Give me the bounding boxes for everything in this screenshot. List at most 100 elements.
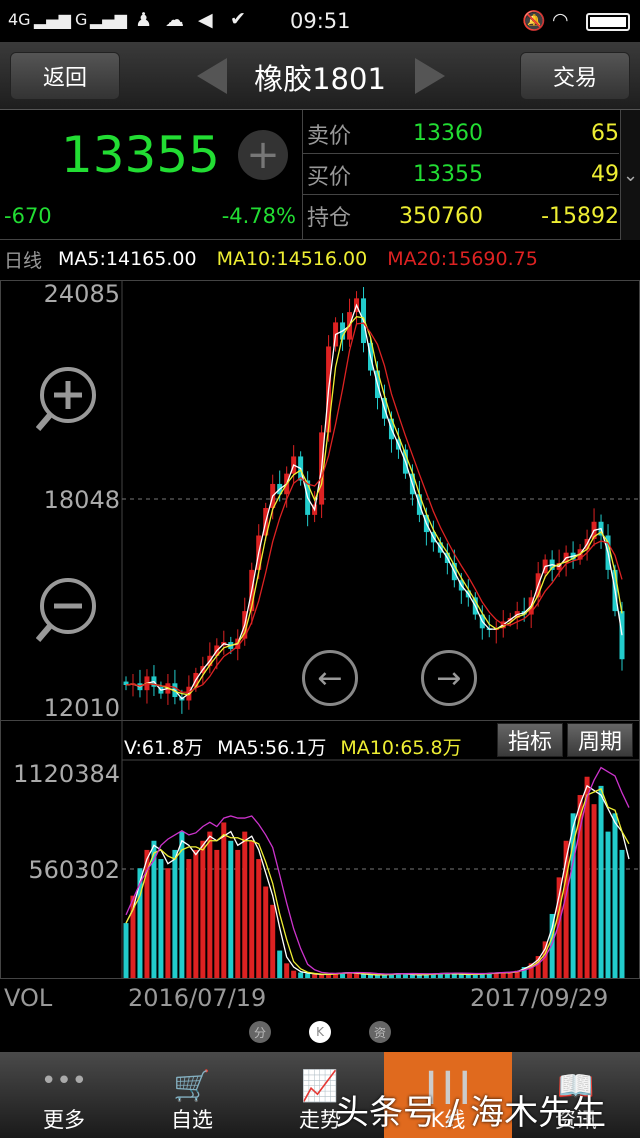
wifi-icon: ◠ <box>552 9 569 31</box>
header: 返回 橡胶1801 交易 <box>0 42 640 110</box>
ask-price: 13360 <box>413 121 483 146</box>
volume-bar <box>598 785 604 978</box>
indicator-button[interactable]: 指标 <box>497 723 563 757</box>
expand-chevron-icon[interactable]: ⌄ <box>620 110 640 240</box>
volume-bar <box>186 859 192 978</box>
next-contract-arrow-icon[interactable] <box>415 58 445 94</box>
y-tick-mid: 18048 <box>43 486 120 514</box>
volume-bar <box>458 974 464 978</box>
price-change-pct: -4.78% <box>221 204 296 228</box>
open-interest-row: 持仓 350760 -15892 <box>303 196 619 236</box>
nav-label: 自选 <box>171 1108 213 1132</box>
volume-bar <box>284 963 290 978</box>
network-4g: 4G <box>8 10 31 29</box>
volume-bar <box>165 868 171 978</box>
nav-watchlist[interactable]: 🛒 自选 <box>128 1052 256 1138</box>
volume-bar <box>612 813 618 978</box>
quote-panel: 13355 + -670 -4.78% 卖价 13360 65 买价 13355… <box>0 110 640 240</box>
signal-icon: ▂▄▆ <box>90 10 127 29</box>
vol-value: V:61.8万 <box>124 737 204 759</box>
volume-bar <box>305 973 311 978</box>
volume-bar <box>354 973 360 978</box>
volume-bar <box>207 831 213 978</box>
ask-row: 卖价 13360 65 <box>303 114 619 154</box>
page-title: 橡胶1801 <box>254 62 386 96</box>
volume-bar <box>151 840 157 978</box>
ma10-line <box>125 315 623 696</box>
volume-bar <box>228 840 234 978</box>
bid-price: 13355 <box>413 162 483 187</box>
volume-bar <box>193 849 199 978</box>
volume-bar <box>249 840 255 978</box>
volume-bar <box>263 886 269 978</box>
qq-icon: ♟ <box>135 9 153 31</box>
vol-label: VOL <box>4 984 53 1012</box>
volume-bar <box>409 974 415 978</box>
volume-bar <box>444 973 450 978</box>
oi-value: 350760 <box>399 203 483 229</box>
nav-label: 更多 <box>43 1108 85 1132</box>
ma5-value: MA5:14165.00 <box>58 248 197 270</box>
scroll-right-icon[interactable]: → <box>421 650 477 706</box>
ma-legend: 日线 MA5:14165.00 MA10:14516.00 MA20:15690… <box>0 240 640 278</box>
trade-button[interactable]: 交易 <box>520 52 630 100</box>
volume-bar <box>402 974 408 978</box>
vol-ma5: MA5:56.1万 <box>217 737 327 759</box>
period-label: 日线 <box>4 249 43 272</box>
cart-icon: 🛒 <box>173 1069 211 1104</box>
volume-bar <box>591 804 597 978</box>
page-dot-info[interactable]: 资 <box>369 1021 391 1043</box>
ma5-line <box>125 303 623 700</box>
ask-qty: 65 <box>591 121 619 146</box>
volume-bar <box>221 822 227 978</box>
volume-bar <box>361 974 367 978</box>
scroll-left-icon[interactable]: ← <box>302 650 358 706</box>
oi-label: 持仓 <box>307 206 352 231</box>
vol-tick-max: 1120384 <box>13 760 120 788</box>
volume-bar <box>298 972 304 978</box>
check-icon: ✔ <box>230 8 246 30</box>
volume-bar <box>312 974 318 978</box>
signal-icon: ▂▄▆ <box>34 10 71 29</box>
x-start-date: 2016/07/19 <box>128 984 267 1012</box>
status-bar: 4G ▂▄▆ G ▂▄▆ ♟ ☁ ◀ ✔ 09:51 🔕 ◠ <box>0 0 640 42</box>
trend-icon: 📈 <box>301 1069 339 1104</box>
vol-ma10: MA10:65.8万 <box>340 737 462 759</box>
volume-bar <box>270 904 276 978</box>
page-dot-minute[interactable]: 分 <box>249 1021 271 1043</box>
volume-bar <box>172 849 178 978</box>
candle-body <box>619 611 625 660</box>
clock: 09:51 <box>290 9 351 33</box>
add-watchlist-icon[interactable]: + <box>238 130 288 180</box>
more-icon: ••• <box>40 1066 87 1096</box>
watermark: 头条号 / 海木先生 <box>335 1093 607 1133</box>
mute-icon: ◀ <box>198 9 213 31</box>
x-end-date: 2017/09/29 <box>470 984 609 1012</box>
back-button[interactable]: 返回 <box>10 52 120 100</box>
bid-row: 买价 13355 49 <box>303 155 619 195</box>
prev-contract-arrow-icon[interactable] <box>197 58 227 94</box>
volume-bar <box>451 973 457 978</box>
period-button[interactable]: 周期 <box>567 723 633 757</box>
volume-bar <box>242 831 248 978</box>
wechat-icon: ☁ <box>165 9 184 31</box>
volume-bar <box>235 849 241 978</box>
ask-label: 卖价 <box>307 123 352 149</box>
volume-bar <box>319 974 325 978</box>
oi-change: -15892 <box>541 203 619 229</box>
alarm-off-icon: 🔕 <box>522 10 546 32</box>
zoom-out-icon[interactable] <box>35 576 106 646</box>
volume-bar <box>200 840 206 978</box>
last-price: 13355 <box>60 126 220 184</box>
ma20-line <box>125 322 623 693</box>
volume-bar <box>179 831 185 978</box>
vol-tick-mid: 560302 <box>28 856 120 884</box>
y-tick-min: 12010 <box>43 694 120 722</box>
y-tick-max: 24085 <box>43 280 120 308</box>
ma20-value: MA20:15690.75 <box>387 248 538 270</box>
nav-more[interactable]: ••• 更多 <box>0 1052 128 1138</box>
page-dot-kline[interactable]: K <box>309 1021 331 1043</box>
zoom-in-icon[interactable] <box>35 365 106 435</box>
bid-qty: 49 <box>591 162 619 187</box>
volume-bar <box>277 950 283 978</box>
